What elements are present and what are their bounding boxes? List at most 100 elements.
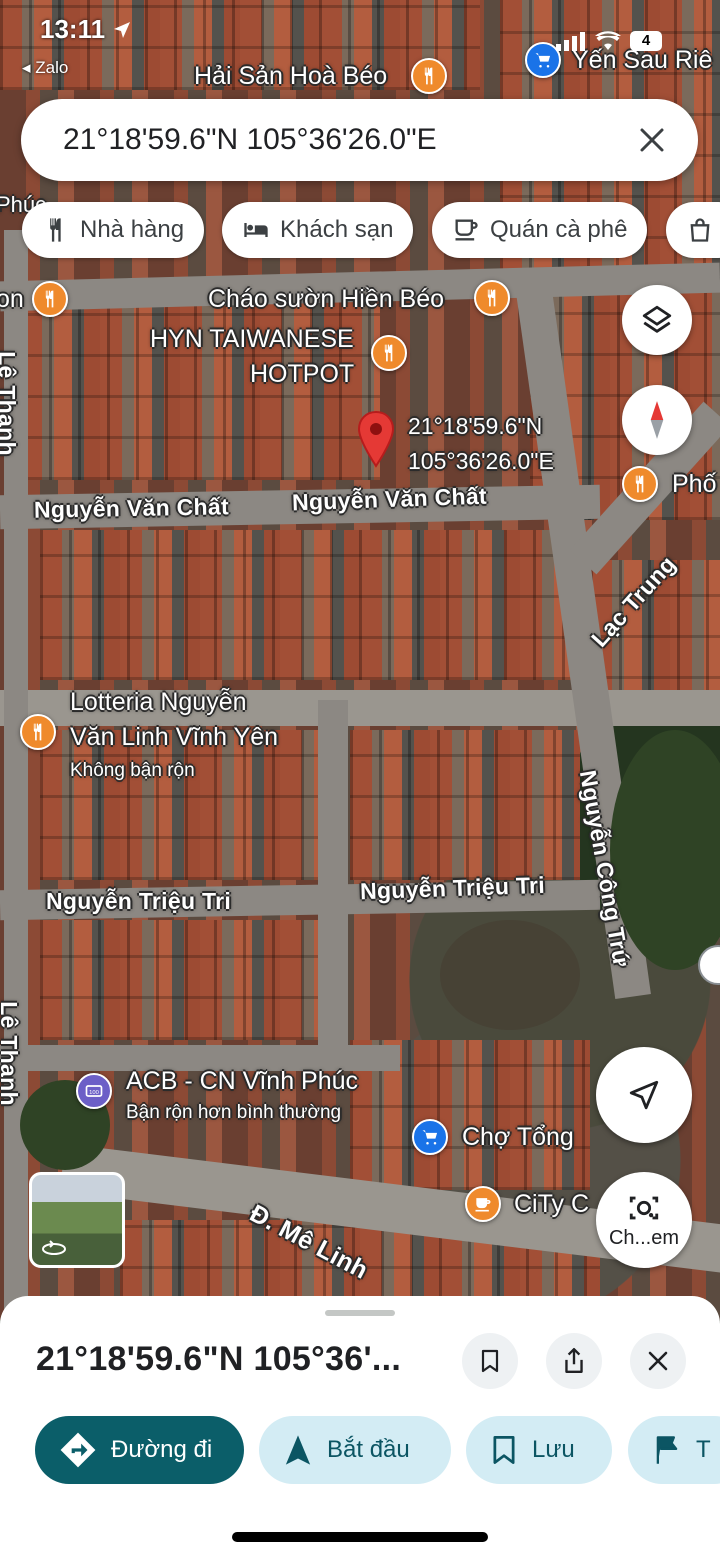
compass-icon [650, 401, 664, 439]
close-sheet-button[interactable] [630, 1333, 686, 1389]
share-button[interactable] [546, 1333, 602, 1389]
chip-label: Quán cà phê [490, 216, 628, 243]
fork-knife-icon [50, 218, 61, 242]
restaurant-pin[interactable] [20, 714, 56, 750]
home-indicator[interactable] [232, 1532, 488, 1542]
save-button[interactable]: Lưu [466, 1416, 612, 1484]
poi-name[interactable]: Cháo sườn Hiền Béo [208, 285, 444, 314]
restaurant-pin[interactable] [622, 466, 658, 502]
poi-name[interactable]: on [0, 285, 24, 314]
layers-button[interactable] [622, 285, 692, 355]
poi-name-line1[interactable]: Lotteria Nguyễn [70, 688, 247, 717]
cafe-pin[interactable] [465, 1186, 501, 1222]
camera-button-label: Ch...em [608, 1226, 680, 1249]
sheet-grabber[interactable] [325, 1310, 395, 1316]
camera-lens-icon [629, 1196, 659, 1219]
my-location-button[interactable] [596, 1047, 692, 1143]
poi-name[interactable]: ACB - CN Vĩnh Phúc [126, 1067, 358, 1096]
bookmark-icon [493, 1436, 515, 1464]
atm-icon: 100 [85, 1085, 103, 1097]
clear-search-button[interactable] [628, 116, 676, 164]
building-block [40, 530, 580, 680]
building-block [40, 730, 320, 880]
save-icon-button[interactable] [462, 1333, 518, 1389]
navigation-arrow-icon [285, 1435, 311, 1465]
back-triangle-icon: ◂ [22, 58, 36, 77]
search-bar[interactable]: 21°18'59.6"N 105°36'26.0"E [21, 99, 698, 181]
poi-name-line2[interactable]: Văn Linh Vĩnh Yên [70, 723, 278, 752]
restaurant-pin[interactable] [32, 281, 68, 317]
close-icon [648, 1351, 668, 1371]
shopping-pin[interactable] [412, 1119, 448, 1155]
fork-knife-icon [33, 723, 42, 741]
close-icon [640, 128, 664, 152]
location-pin-icon [357, 410, 395, 468]
restaurant-pin[interactable] [371, 335, 407, 371]
status-time: 13:11 [40, 14, 106, 44]
building-block [40, 920, 320, 1040]
action-label: Bắt đầu [327, 1436, 410, 1463]
location-arrow-icon [114, 22, 130, 38]
poi-name[interactable]: Phố [672, 470, 716, 499]
search-query[interactable]: 21°18'59.6"N 105°36'26.0"E [63, 123, 437, 157]
wifi-icon [595, 31, 621, 50]
signal-icon [556, 32, 585, 51]
back-to-app[interactable]: ◂ Zalo [22, 58, 68, 78]
poi-name-line1[interactable]: HYN TAIWANESE [150, 325, 354, 354]
dropped-pin[interactable] [356, 410, 396, 470]
bed-icon [244, 223, 268, 237]
bank-pin[interactable]: 100 [76, 1073, 112, 1109]
fork-knife-icon [487, 289, 496, 307]
chip-coffee[interactable]: Quán cà phê [432, 202, 648, 258]
chip-restaurants[interactable]: Nhà hàng [22, 202, 205, 258]
bookmark-icon [481, 1349, 499, 1373]
road [318, 700, 348, 1060]
place-title: 21°18'59.6"N 105°36'... [36, 1340, 402, 1378]
tree-cluster [440, 920, 580, 1030]
building-block [350, 730, 580, 880]
cart-icon [535, 53, 551, 68]
chip-shopping[interactable] [666, 202, 720, 258]
more-action-button[interactable]: T [628, 1416, 720, 1484]
poi-busyness: Không bận rộn [70, 760, 195, 781]
restaurant-pin[interactable] [474, 280, 510, 316]
poi-name-line2[interactable]: HOTPOT [250, 360, 354, 389]
action-label: T [696, 1436, 711, 1463]
place-bottom-sheet[interactable]: 21°18'59.6"N 105°36'... Đường đi Bắt đầu… [0, 1296, 720, 1558]
action-label: Đường đi [111, 1436, 213, 1463]
directions-icon [60, 1432, 96, 1468]
road-label: Lê Thanh [0, 1001, 22, 1106]
coffee-cup-icon [475, 1198, 491, 1212]
chip-label: Khách sạn [280, 216, 394, 243]
street-view-thumbnail[interactable] [29, 1172, 125, 1268]
layers-icon [642, 305, 672, 333]
poi-name[interactable]: Chợ Tổng [462, 1123, 574, 1152]
pin-coordinate-line1: 21°18'59.6"N [408, 413, 543, 439]
pin-coordinate-line2: 105°36'26.0"E [408, 448, 554, 474]
shopping-bag-icon [690, 218, 710, 242]
cart-icon [422, 1130, 438, 1145]
svg-text:100: 100 [89, 1090, 99, 1096]
fork-knife-icon [384, 344, 393, 362]
restaurant-pin[interactable] [411, 58, 447, 94]
fork-knife-icon [424, 67, 433, 85]
camera-search-button[interactable]: Ch...em [596, 1172, 692, 1268]
rotate-360-icon [42, 1240, 66, 1255]
fork-knife-icon [635, 475, 644, 493]
fork-knife-icon [45, 290, 54, 308]
action-label: Lưu [532, 1436, 575, 1463]
coffee-cup-icon [455, 219, 478, 241]
battery-indicator: 4 [630, 31, 662, 51]
compass-button[interactable] [622, 385, 692, 455]
road-label: Nguyễn Văn Chất [33, 493, 230, 523]
start-button[interactable]: Bắt đầu [259, 1416, 451, 1484]
flag-icon [656, 1436, 678, 1464]
chip-hotels[interactable]: Khách sạn [222, 202, 414, 258]
navigation-arrow-icon [629, 1080, 659, 1110]
back-app-label: Zalo [35, 58, 69, 77]
status-indicators: 4 [556, 30, 662, 52]
directions-button[interactable]: Đường đi [35, 1416, 244, 1484]
poi-name[interactable]: Hải Sản Hoà Béo [194, 62, 387, 91]
poi-busyness: Bận rộn hơn bình thường [126, 1102, 342, 1123]
poi-name[interactable]: CiTy C [514, 1190, 589, 1219]
